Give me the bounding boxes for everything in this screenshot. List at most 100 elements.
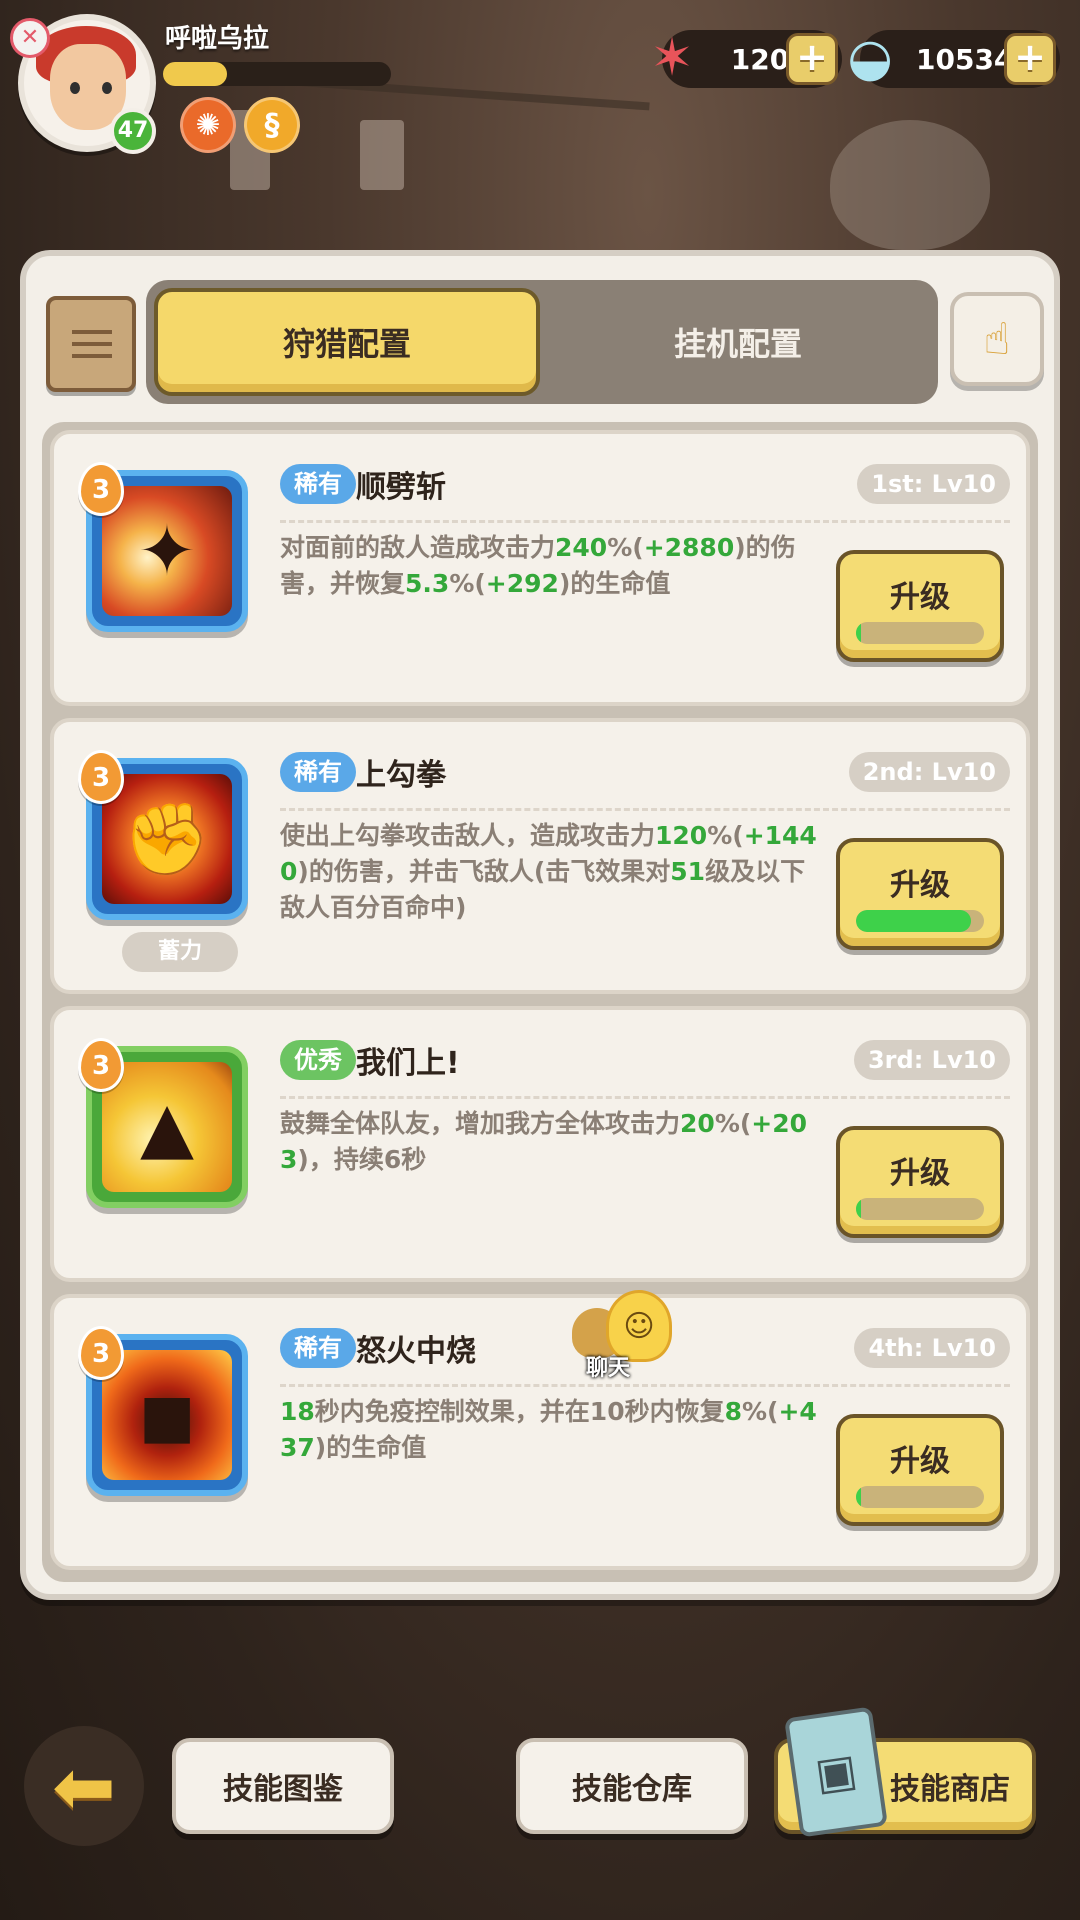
skill-art-glyph: ✦	[137, 510, 197, 592]
skill-list: ✦ 3 稀有 顺劈斩 1st: Lv10 对面前的敌人造成攻击力240%(+28…	[42, 422, 1038, 1582]
upgrade-button[interactable]: 升级	[836, 1126, 1004, 1238]
skill-art: ✊	[102, 774, 232, 904]
background-hanging-tag	[360, 120, 404, 190]
upgrade-label: 升级	[890, 1156, 950, 1191]
description-segment: %(	[449, 569, 486, 598]
upgrade-progress-fill	[856, 910, 972, 932]
description-segment: )的伤害，并击飞敌人(击飞效果对	[297, 857, 671, 886]
upgrade-button[interactable]: 升级	[836, 550, 1004, 662]
skill-codex-button[interactable]: 技能图鉴	[172, 1738, 394, 1834]
scroll-icon[interactable]	[46, 296, 136, 392]
back-button[interactable]: ⬅	[24, 1726, 144, 1846]
shell-icon: ◒	[847, 28, 893, 88]
skill-shop-label: 技能商店	[890, 1772, 1010, 1807]
skill-name: 怒火中烧	[356, 1334, 476, 1369]
upgrade-button[interactable]: 升级	[836, 1414, 1004, 1526]
player-name: 呼啦乌拉	[165, 24, 270, 54]
upgrade-button[interactable]: 升级	[836, 838, 1004, 950]
upgrade-label: 升级	[890, 1444, 950, 1479]
skill-name: 我们上!	[356, 1046, 460, 1081]
skill-slot-level: 3rd: Lv10	[853, 1040, 1010, 1080]
skill-stack-badge: 3	[78, 1326, 124, 1380]
gold-swirl-icon[interactable]: §	[244, 97, 300, 153]
skill-description: 对面前的敌人造成攻击力240%(+2880)的伤害，并恢复5.3%(+292)的…	[280, 530, 820, 602]
shell-amount: 105342	[916, 42, 1033, 76]
skill-description: 18秒内免疫控制效果，并在10秒内恢复8%(+437)的生命值	[280, 1394, 820, 1466]
skill-card[interactable]: ◼ 3 稀有 怒火中烧 4th: Lv10 18秒内免疫控制效果，并在10秒内恢…	[50, 1294, 1030, 1570]
description-segment: +292	[485, 569, 559, 598]
chat-label: 聊天	[586, 1356, 631, 1381]
description-segment: 20	[680, 1109, 715, 1138]
upgrade-progress-bar	[856, 910, 984, 932]
chat-button[interactable]: ☺ 聊天	[572, 1290, 682, 1381]
orange-gear-icon[interactable]: ✺	[180, 97, 236, 153]
description-segment: +2880	[643, 533, 735, 562]
config-tabs: 狩猎配置 挂机配置	[146, 280, 938, 404]
xp-bar	[163, 62, 391, 86]
skill-description: 鼓舞全体队友，增加我方全体攻击力20%(+203)，持续6秒	[280, 1106, 820, 1178]
skill-stack-badge: 3	[78, 750, 124, 804]
skill-card[interactable]: ✊ 3 蓄力 稀有 上勾拳 2nd: Lv10 使出上勾拳攻击敌人，造成攻击力1…	[50, 718, 1030, 994]
description-segment: )的生命值	[558, 569, 671, 598]
add-starfish-button[interactable]: +	[786, 33, 838, 85]
skill-card[interactable]: ✦ 3 稀有 顺劈斩 1st: Lv10 对面前的敌人造成攻击力240%(+28…	[50, 430, 1030, 706]
upgrade-progress-bar	[856, 622, 984, 644]
rarity-badge: 优秀	[280, 1040, 356, 1080]
skill-stack-badge: 3	[78, 462, 124, 516]
skill-shop-icon: ▣	[784, 1706, 888, 1838]
skill-config-panel: 狩猎配置 挂机配置 ☝ ✦ 3 稀有 顺劈斩 1st: Lv10 对面前的敌人造…	[20, 250, 1060, 1600]
xp-bar-fill	[163, 62, 227, 86]
skill-name: 上勾拳	[356, 758, 446, 793]
upgrade-progress-fill	[856, 622, 862, 644]
skill-storage-button[interactable]: 技能仓库	[516, 1738, 748, 1834]
description-segment: 使出上勾拳攻击敌人，造成攻击力	[280, 821, 656, 850]
rarity-badge: 稀有	[280, 464, 356, 504]
description-segment: 秒内免疫控制效果，并在10秒内恢复	[314, 1397, 725, 1426]
skill-description: 使出上勾拳攻击敌人，造成攻击力120%(+1440)的伤害，并击飞敌人(击飞效果…	[280, 818, 820, 926]
skill-art: ▲	[102, 1062, 232, 1192]
description-segment: 120	[655, 821, 708, 850]
skill-art-glyph: ✊	[123, 797, 211, 880]
divider	[280, 1096, 1010, 1099]
upgrade-progress-fill	[856, 1486, 862, 1508]
divider	[280, 520, 1010, 523]
skill-art-glyph: ▲	[140, 1086, 194, 1168]
guild-badge-icon[interactable]: ✕	[10, 18, 50, 58]
description-segment: )的生命值	[314, 1433, 427, 1462]
starfish-currency: ✶ 120 +	[650, 28, 842, 88]
description-segment: 240	[555, 533, 608, 562]
description-segment: %(	[707, 821, 744, 850]
add-shell-button[interactable]: +	[1004, 33, 1056, 85]
description-segment: )，持续6秒	[297, 1145, 427, 1174]
tap-hint-icon[interactable]: ☝	[950, 292, 1044, 386]
description-segment: %(	[607, 533, 644, 562]
avatar-eye	[102, 82, 112, 94]
charge-tag: 蓄力	[122, 932, 238, 972]
rarity-badge: 稀有	[280, 752, 356, 792]
skill-art: ◼	[102, 1350, 232, 1480]
description-segment: 5.3	[405, 569, 450, 598]
description-segment: 18	[280, 1397, 315, 1426]
description-segment: %(	[714, 1109, 752, 1138]
upgrade-label: 升级	[890, 580, 950, 615]
divider	[280, 1384, 1010, 1387]
description-segment: 对面前的敌人造成攻击力	[280, 533, 556, 562]
skill-slot-level: 2nd: Lv10	[848, 752, 1010, 792]
upgrade-progress-fill	[856, 1198, 862, 1220]
tab-idle-config[interactable]: 挂机配置	[546, 288, 930, 396]
description-segment: 51	[670, 857, 706, 886]
tab-hunt-config[interactable]: 狩猎配置	[154, 288, 540, 396]
description-segment: 8	[724, 1397, 742, 1426]
skill-slot-level: 1st: Lv10	[857, 464, 1010, 504]
divider	[280, 808, 1010, 811]
upgrade-label: 升级	[890, 868, 950, 903]
rarity-badge: 稀有	[280, 1328, 356, 1368]
background-skull	[830, 120, 990, 250]
starfish-icon: ✶	[650, 28, 694, 88]
skill-card[interactable]: ▲ 3 优秀 我们上! 3rd: Lv10 鼓舞全体队友，增加我方全体攻击力20…	[50, 1006, 1030, 1282]
description-segment: 鼓舞全体队友，增加我方全体攻击力	[280, 1109, 681, 1138]
upgrade-progress-bar	[856, 1486, 984, 1508]
skill-shop-button[interactable]: ▣ 技能商店	[774, 1706, 1036, 1838]
skill-slot-level: 4th: Lv10	[854, 1328, 1010, 1368]
skill-stack-badge: 3	[78, 1038, 124, 1092]
